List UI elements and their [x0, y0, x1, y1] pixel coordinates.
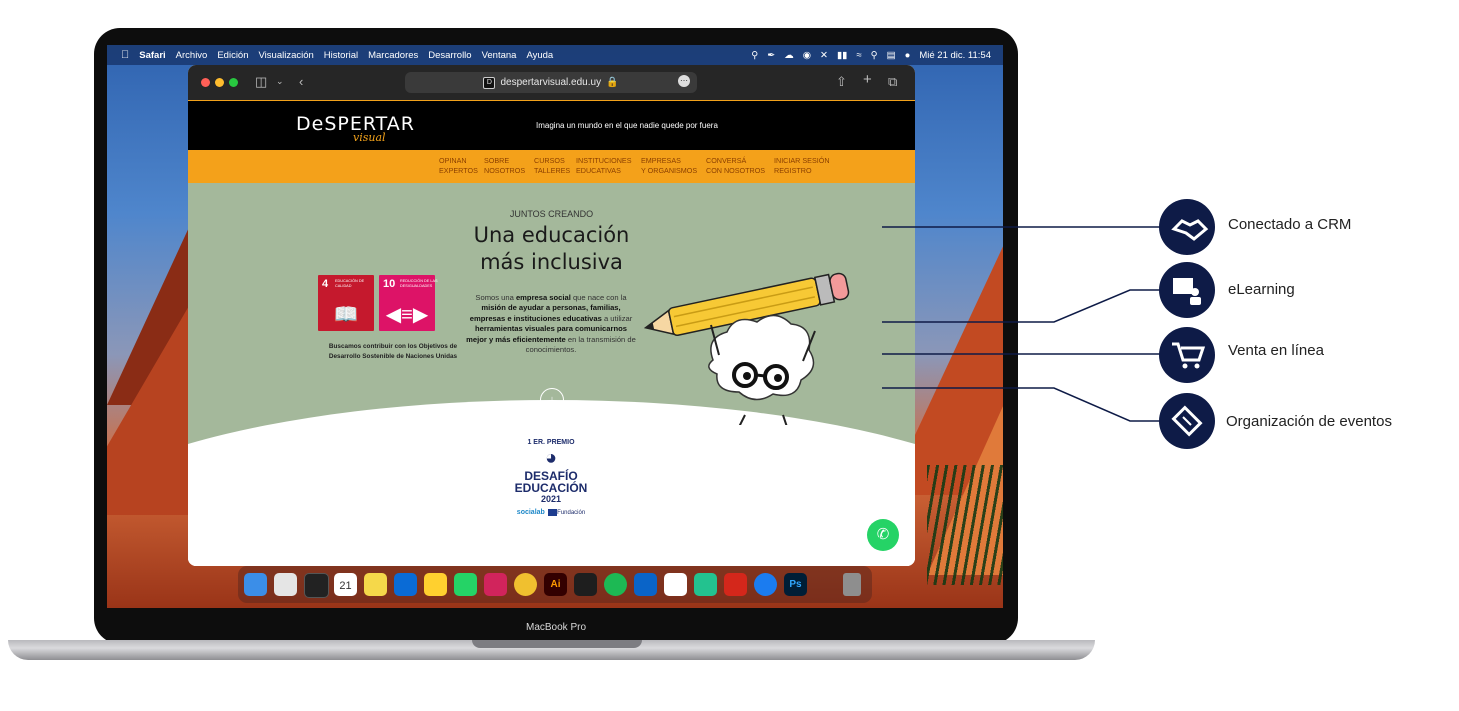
ecommerce-badge: [1159, 327, 1215, 383]
callout-ecommerce-label: Venta en línea: [1228, 342, 1324, 359]
callout-crm-label: Conectado a CRM: [1228, 216, 1352, 233]
callout-elearning-label: eLearning: [1228, 281, 1295, 298]
events-badge: [1159, 393, 1215, 449]
crm-badge: [1159, 199, 1215, 255]
callout-events-label: Organización de eventos: [1226, 413, 1392, 430]
handshake-icon: [1171, 219, 1209, 241]
ticket-icon: [1171, 405, 1203, 437]
shopping-cart-icon: [1172, 342, 1206, 369]
teacher-board-icon: [1173, 278, 1201, 305]
elearning-badge: [1159, 262, 1215, 318]
